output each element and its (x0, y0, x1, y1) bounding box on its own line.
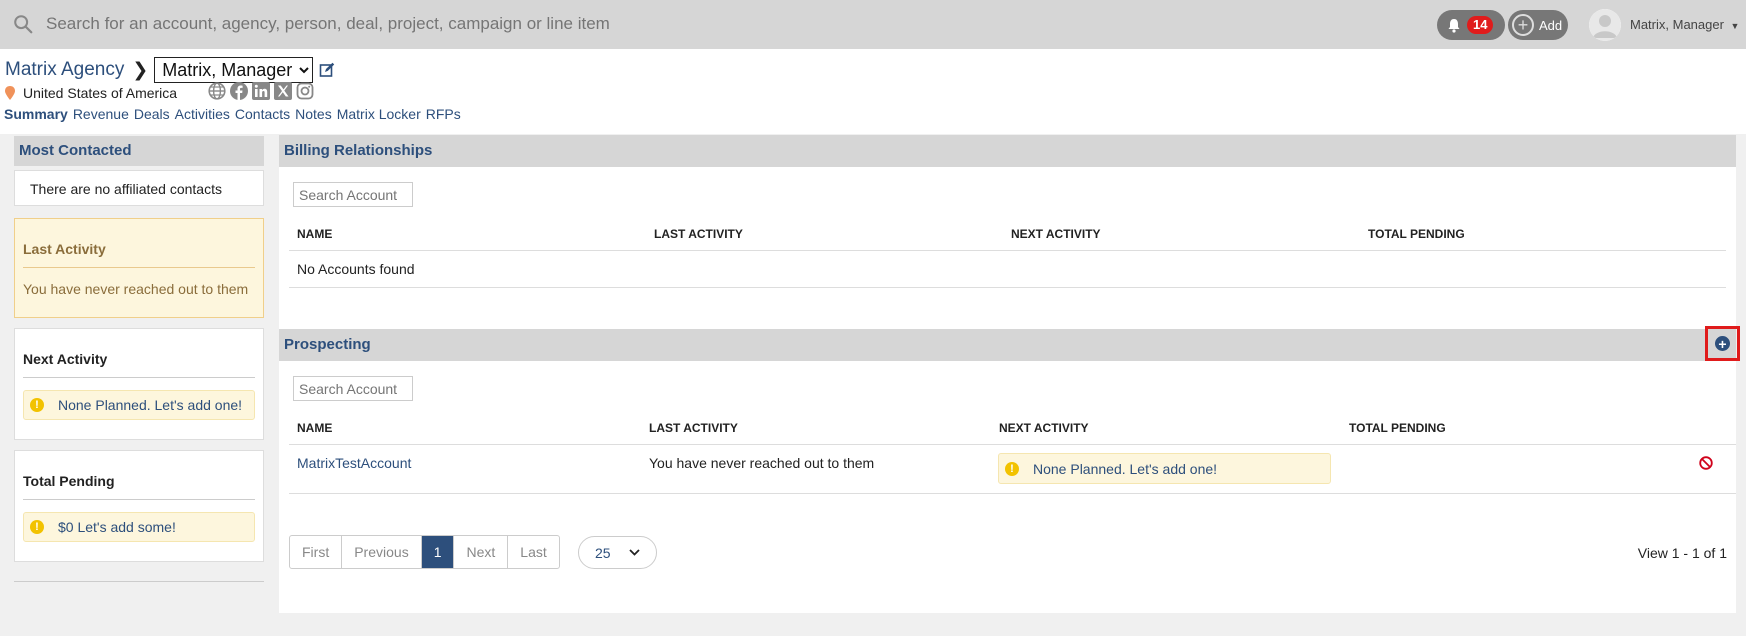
most-contacted-header: Most Contacted (14, 136, 264, 166)
prospecting-col-next-activity[interactable]: NEXT ACTIVITY (999, 421, 1089, 435)
edit-icon[interactable] (319, 62, 335, 78)
page-size-select[interactable]: 25 (578, 536, 657, 569)
exclamation-icon: ! (1005, 461, 1019, 476)
billing-empty-text: No Accounts found (297, 261, 415, 277)
prospecting-col-name[interactable]: NAME (297, 421, 332, 435)
next-activity-title: Next Activity (23, 351, 255, 378)
linkedin-icon[interactable] (252, 82, 270, 100)
add-prospect-button[interactable]: + (1705, 326, 1740, 361)
notification-count-badge: 14 (1467, 16, 1494, 34)
next-activity-cell-text: None Planned. Let's add one! (1033, 460, 1218, 477)
section-tabs: Summary Revenue Deals Activities Contact… (4, 106, 461, 122)
total-pending-warning[interactable]: ! $0 Let's add some! (23, 512, 255, 542)
plus-circle-icon: + (1715, 336, 1730, 351)
next-activity-card: Next Activity ! None Planned. Let's add … (14, 328, 264, 440)
plus-circle-icon: + (1512, 14, 1534, 36)
last-activity-text: You have never reached out to them (23, 281, 249, 297)
billing-relationships-header: Billing Relationships (279, 135, 1736, 167)
exclamation-icon: ! (30, 398, 44, 412)
page-previous-button[interactable]: Previous (342, 536, 422, 568)
instagram-icon[interactable] (296, 82, 314, 100)
sidebar-divider (14, 581, 264, 582)
location-text: United States of America (23, 85, 178, 101)
page-first-button[interactable]: First (290, 536, 343, 568)
divider (289, 250, 1726, 251)
page-current-button[interactable]: 1 (421, 536, 455, 568)
tab-notes[interactable]: Notes (295, 106, 332, 122)
global-search-input[interactable] (46, 14, 946, 34)
breadcrumb: Matrix Agency ❯ Matrix, Manager (5, 57, 335, 83)
page-header: Matrix Agency ❯ Matrix, Manager United S… (0, 49, 1746, 134)
divider (289, 444, 1736, 445)
tab-rfps[interactable]: RFPs (426, 106, 461, 122)
tab-deals[interactable]: Deals (134, 106, 170, 122)
contact-select[interactable]: Matrix, Manager (154, 57, 314, 83)
page-last-button[interactable]: Last (508, 536, 558, 568)
last-activity-card: Last Activity You have never reached out… (14, 218, 264, 318)
facebook-icon[interactable] (230, 82, 248, 100)
page-size-value: 25 (595, 544, 611, 561)
top-bar: 14 + Add Matrix, Manager ▼ (0, 0, 1746, 49)
user-name: Matrix, Manager (1630, 17, 1724, 32)
prospecting-col-last-activity[interactable]: LAST ACTIVITY (649, 421, 738, 435)
tab-contacts[interactable]: Contacts (235, 106, 290, 122)
view-count-text: View 1 - 1 of 1 (1637, 545, 1727, 561)
billing-search-input[interactable] (293, 182, 413, 207)
pagination: First Previous 1 Next Last (289, 535, 560, 569)
total-pending-text: $0 Let's add some! (58, 519, 176, 535)
prospecting-col-total-pending[interactable]: TOTAL PENDING (1349, 421, 1446, 435)
next-activity-text: None Planned. Let's add one! (58, 397, 243, 413)
search-icon (14, 15, 33, 34)
total-pending-title: Total Pending (23, 473, 255, 500)
avatar[interactable] (1589, 9, 1621, 41)
caret-down-icon: ▼ (1730, 21, 1740, 31)
agency-link[interactable]: Matrix Agency (5, 59, 124, 81)
main-panel: Billing Relationships NAME LAST ACTIVITY… (279, 135, 1740, 613)
most-contacted-empty: There are no affiliated contacts (14, 170, 264, 206)
social-links (208, 82, 314, 100)
last-activity-cell: You have never reached out to them (649, 455, 875, 471)
prospecting-search-input[interactable] (293, 376, 413, 401)
next-activity-cell[interactable]: ! None Planned. Let's add one! (998, 453, 1331, 484)
tab-activities[interactable]: Activities (175, 106, 230, 122)
user-icon (1589, 9, 1621, 41)
location: United States of America (5, 85, 177, 101)
billing-col-total-pending[interactable]: TOTAL PENDING (1368, 227, 1465, 241)
page-next-button[interactable]: Next (454, 536, 509, 568)
tab-matrix-locker[interactable]: Matrix Locker (337, 106, 421, 122)
divider (289, 287, 1726, 288)
bell-icon (1448, 18, 1460, 33)
tab-summary[interactable]: Summary (4, 106, 68, 122)
add-button-label: Add (1539, 17, 1563, 33)
notifications-button[interactable]: 14 (1437, 10, 1505, 40)
exclamation-icon: ! (30, 520, 44, 534)
user-menu[interactable]: Matrix, Manager ▼ (1630, 17, 1739, 32)
divider (289, 493, 1736, 494)
account-name-link[interactable]: MatrixTestAccount (297, 455, 411, 471)
prospecting-header: Prospecting (279, 329, 1736, 361)
map-pin-icon (5, 86, 15, 100)
total-pending-card: Total Pending ! $0 Let's add some! (14, 450, 264, 562)
next-activity-warning[interactable]: ! None Planned. Let's add one! (23, 390, 255, 420)
billing-col-last-activity[interactable]: LAST ACTIVITY (654, 227, 743, 241)
billing-col-next-activity[interactable]: NEXT ACTIVITY (1011, 227, 1101, 241)
remove-icon[interactable] (1699, 456, 1713, 470)
x-twitter-icon[interactable] (274, 82, 292, 100)
last-activity-title: Last Activity (23, 241, 255, 268)
tab-revenue[interactable]: Revenue (73, 106, 129, 122)
chevron-right-icon: ❯ (132, 59, 149, 81)
add-button[interactable]: + Add (1508, 10, 1568, 40)
globe-icon[interactable] (208, 82, 226, 100)
billing-col-name[interactable]: NAME (297, 227, 332, 241)
chevron-down-icon (629, 549, 640, 556)
